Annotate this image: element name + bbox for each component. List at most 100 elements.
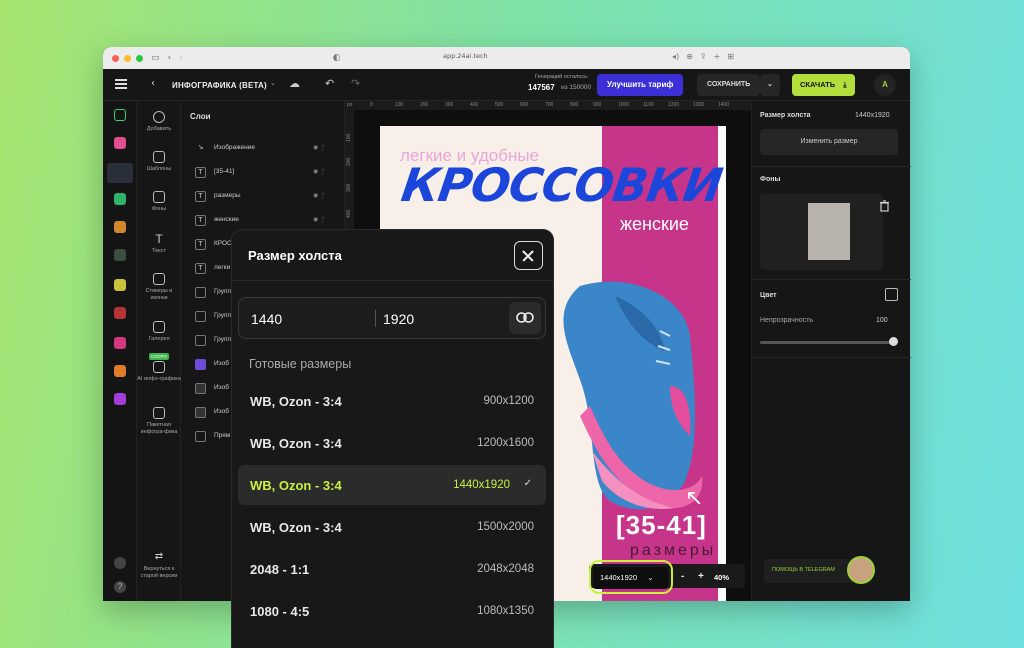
image-thumb-icon	[195, 407, 206, 418]
background-preview[interactable]	[760, 194, 883, 270]
resize-tool-icon[interactable]	[114, 109, 126, 121]
eye-icon[interactable]: ◉ ⋮	[313, 168, 326, 175]
backgrounds-icon	[153, 191, 165, 203]
help-icon[interactable]: ?	[114, 581, 126, 593]
maximize-window-dot[interactable]	[136, 54, 143, 62]
backgrounds-label: Фоны	[760, 176, 781, 183]
tabs-overview-icon[interactable]: ⊞	[727, 52, 734, 61]
tool-templates[interactable]: Шаблоны	[137, 151, 181, 173]
sidebar-toggle-icon[interactable]: ▭	[151, 53, 160, 63]
tool-ai-infographics[interactable]: СКОРО AI инфо-графика	[137, 353, 181, 383]
audio-icon[interactable]: ◂)	[672, 52, 679, 61]
opacity-label: Непрозрачность	[760, 317, 814, 324]
browser-chrome: ▭ ‹ › ◐ app.24ai.tech ◂) ⊕ ⇪ + ⊞	[103, 47, 910, 69]
app-icon-8[interactable]	[114, 337, 126, 349]
width-input[interactable]	[251, 311, 351, 327]
color-checkbox[interactable]	[885, 288, 898, 301]
zoom-out-button[interactable]: -	[681, 571, 684, 582]
download-icon[interactable]: ⊕	[686, 52, 693, 61]
menu-icon[interactable]	[115, 79, 127, 89]
app-icon-5[interactable]	[114, 249, 126, 261]
tool-batch-infographics[interactable]: Пакетная инфогра-фика	[137, 407, 181, 436]
download-arrow-icon: ⤓	[843, 80, 847, 89]
link-icon	[516, 312, 534, 323]
tool-add[interactable]: Добавить	[137, 111, 181, 133]
canvas-size-selector[interactable]: 1440x1920 ⌄	[593, 567, 668, 589]
dialog-divider	[232, 280, 553, 281]
close-dialog-button[interactable]	[514, 241, 543, 270]
batch-icon	[153, 407, 165, 419]
tool-text[interactable]: T Текст	[137, 233, 181, 255]
group-icon	[195, 311, 206, 322]
poster-size-word[interactable]: размеры	[630, 542, 716, 560]
download-button[interactable]: СКАЧАТЬ ⤓	[792, 74, 855, 96]
eye-icon[interactable]: ◉ ⋮	[313, 216, 326, 223]
gallery-icon	[153, 321, 165, 333]
window-controls	[112, 54, 143, 62]
redo-icon[interactable]: ↷	[351, 77, 360, 90]
save-button[interactable]: СОХРАНИТЬ	[697, 74, 761, 96]
canvas-size-value: 1440x1920	[855, 112, 890, 119]
minimize-window-dot[interactable]	[124, 54, 131, 62]
back-arrow-icon[interactable]: ‹	[151, 78, 155, 89]
opacity-slider-knob[interactable]	[889, 337, 898, 346]
preset-row[interactable]: WB, Ozon - 3:4 900x1200	[238, 381, 546, 421]
group-icon	[195, 287, 206, 298]
app-icon-9[interactable]	[114, 365, 126, 377]
lock-aspect-button[interactable]	[509, 302, 541, 334]
opacity-slider[interactable]	[760, 341, 896, 344]
layer-item[interactable]: Tразмеры ◉ ⋮	[195, 189, 340, 205]
change-size-button[interactable]: Изменить размер	[760, 129, 898, 155]
tool-backgrounds[interactable]: Фоны	[137, 191, 181, 213]
undo-icon[interactable]: ↶	[325, 77, 334, 90]
share-icon[interactable]: ⇪	[700, 52, 707, 61]
new-tab-icon[interactable]: +	[714, 52, 721, 61]
forward-icon[interactable]: ›	[179, 53, 183, 63]
trash-icon[interactable]	[879, 200, 890, 212]
group-icon	[195, 335, 206, 346]
height-input[interactable]	[383, 311, 483, 327]
return-old-version[interactable]: ⇄ Вернуться к старой версии	[137, 551, 181, 580]
close-window-dot[interactable]	[112, 54, 119, 62]
preset-row-selected[interactable]: WB, Ozon - 3:4 1440x1920 ✓	[238, 465, 546, 505]
divider	[752, 166, 911, 167]
layer-item[interactable]: ↘ Изображение ◉ ⋮	[195, 141, 340, 157]
preset-row[interactable]: 1080 - 4:5 1080x1350	[238, 591, 546, 631]
app-icon-1[interactable]	[114, 137, 126, 149]
infographics-app-icon[interactable]	[107, 163, 133, 183]
chevron-down-icon[interactable]: ⌄	[270, 79, 276, 87]
eye-icon[interactable]: ◉ ⋮	[313, 144, 326, 151]
app-icon-3[interactable]	[114, 193, 126, 205]
dialog-title: Размер холста	[248, 248, 342, 263]
app-icon-7[interactable]	[114, 307, 126, 319]
canvas-size-label: Размер холста	[760, 112, 811, 119]
user-avatar[interactable]: A	[874, 74, 896, 96]
upgrade-plan-button[interactable]: Улучшить тариф	[597, 74, 684, 96]
divider	[752, 279, 911, 280]
save-options-chevron-icon[interactable]: ⌄	[760, 74, 780, 96]
back-icon[interactable]: ‹	[168, 53, 172, 63]
support-avatar[interactable]	[847, 556, 875, 584]
eye-icon[interactable]: ◉ ⋮	[313, 192, 326, 199]
app-icon-6[interactable]	[114, 279, 126, 291]
download-label: СКАЧАТЬ	[800, 80, 836, 89]
background-swatch[interactable]	[808, 203, 850, 260]
address-bar[interactable]: app.24ai.tech	[443, 52, 488, 60]
layer-item[interactable]: T [35-41] ◉ ⋮	[195, 165, 340, 181]
poster-size-range[interactable]: [35-41]	[616, 510, 707, 541]
tshirt-icon[interactable]	[114, 393, 126, 405]
tool-stickers[interactable]: Стикеры и иконки	[137, 273, 181, 302]
poster-headline[interactable]: КРОССОВКИ	[398, 158, 725, 212]
zoom-in-button[interactable]: +	[698, 571, 704, 582]
image-icon: ↘	[197, 144, 204, 151]
tool-gallery[interactable]: Галерея	[137, 321, 181, 343]
preset-row[interactable]: WB, Ozon - 3:4 1500x2000	[238, 507, 546, 547]
notifications-icon[interactable]	[114, 557, 126, 569]
poster-tag[interactable]: женские	[620, 214, 689, 235]
preset-row[interactable]: WB, Ozon - 3:4 1200x1600	[238, 423, 546, 463]
preset-row[interactable]: 2048 - 1:1 2048x2048	[238, 549, 546, 589]
text-layer-icon: T	[195, 215, 206, 226]
app-icon-4[interactable]	[114, 221, 126, 233]
project-title[interactable]: ИНФОГРАФИКА (BETA)	[172, 81, 267, 90]
layer-item[interactable]: Tженские ◉ ⋮	[195, 213, 340, 229]
